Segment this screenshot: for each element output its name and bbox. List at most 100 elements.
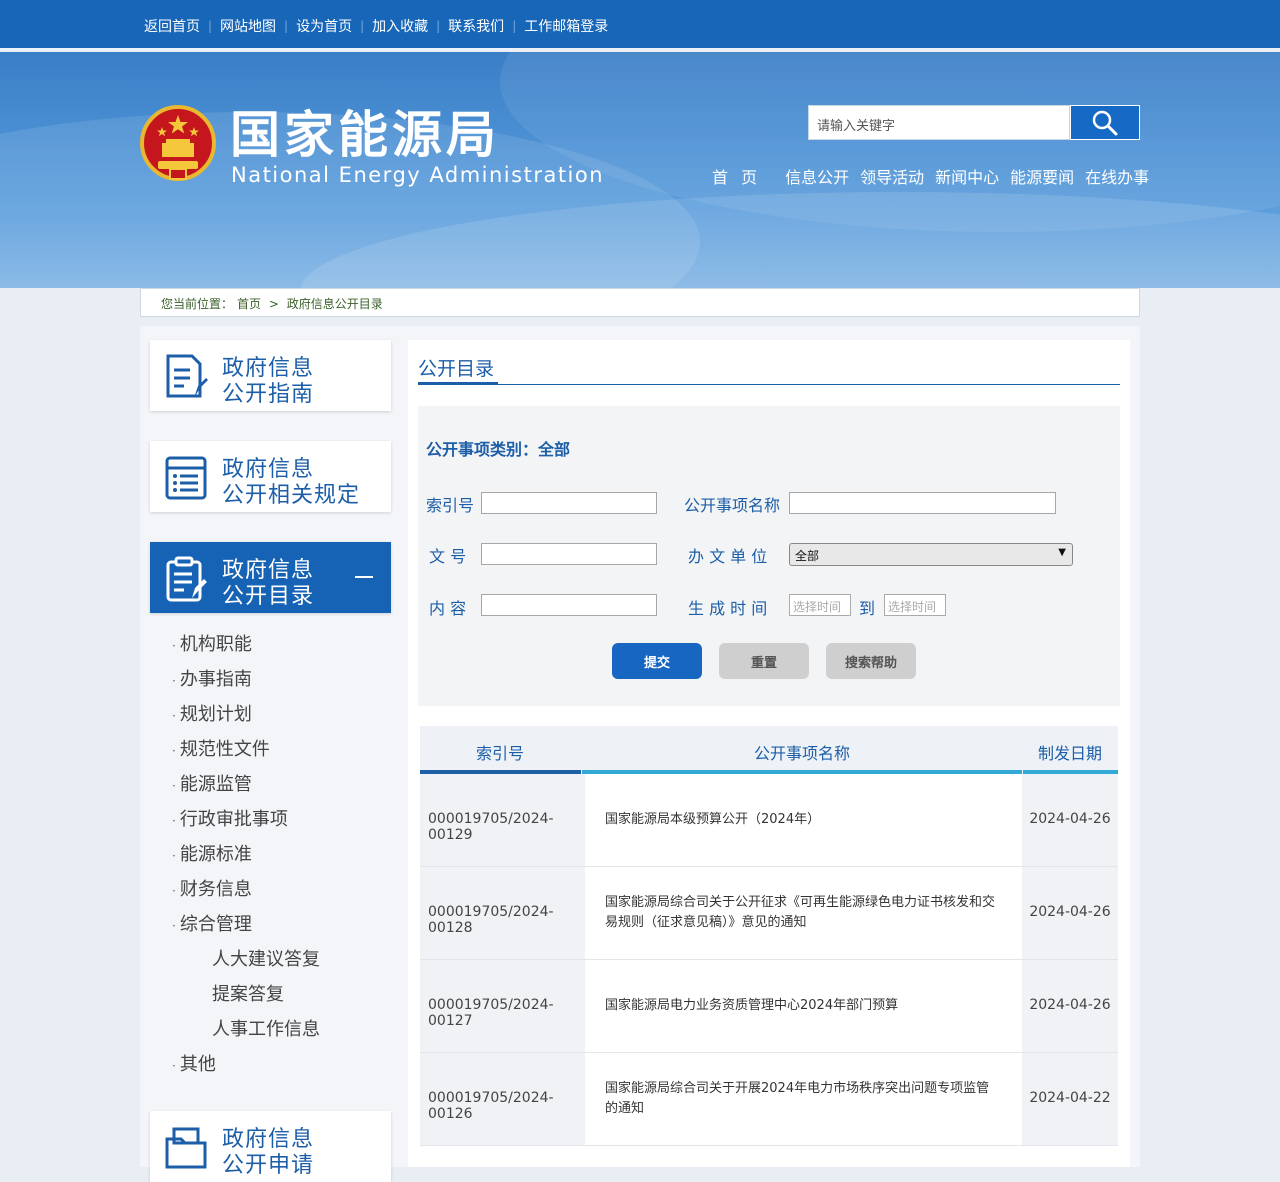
category-item[interactable]: · 财务信息 [172,875,392,910]
search-form: 公开事项类别：全部 索引号 公开事项名称 文 号 办 文 单 位 全部 ▼ 内 … [418,406,1120,706]
category-list: · 机构职能 · 办事指南 · 规划计划 · 规范性文件 · 能源监管 · 行政审批事项 ·… [172,630,392,1085]
cell-name-link[interactable]: 国家能源局综合司关于开展2024年电力市场秩序突出问题专项监管的通知 [585,1053,1022,1145]
chevron-down-icon: ▼ [1058,547,1066,558]
table-row: 000019705/2024-00129 国家能源局本级预算公开（2024年） … [420,774,1118,867]
category-item[interactable]: · 综合管理 [172,910,392,945]
cell-date: 2024-04-26 [1022,867,1118,959]
link-contact[interactable]: 联系我们 [448,16,504,36]
submit-button[interactable]: 提交 [612,643,702,679]
link-email-login[interactable]: 工作邮箱登录 [524,16,608,36]
category-label: 机构职能 [179,634,252,655]
category-label: 规划计划 [179,704,252,725]
content-label: 内 容 [429,599,467,618]
breadcrumb-current[interactable]: 政府信息公开目录 [287,297,383,311]
separator: | [512,19,517,33]
table-row: 000019705/2024-00127 国家能源局电力业务资质管理中心2024… [420,960,1118,1053]
title-underline [418,382,498,385]
nav-news-center[interactable]: 新闻中心 [935,164,999,188]
category-label: 能源标准 [179,844,252,865]
utility-links: 返回首页 | 网站地图 | 设为首页 | 加入收藏 | 联系我们 | 工作邮箱登录 [144,16,608,36]
nav-home[interactable]: 首 页 [712,164,761,188]
category-label: 行政审批事项 [179,809,288,830]
subcategory-item[interactable]: 人大建议答复 [172,945,392,980]
docno-label: 文 号 [429,547,467,566]
search-input[interactable]: 请输入关键字 [808,105,1070,140]
category-item[interactable]: · 机构职能 [172,630,392,665]
category-item[interactable]: · 规范性文件 [172,735,392,770]
breadcrumb-prefix: 您当前位置： [161,297,234,311]
header-date: 制发日期 [1038,744,1103,763]
category-label: 办事指南 [179,669,252,690]
nav-online-service[interactable]: 在线办事 [1085,164,1149,188]
category-item[interactable]: · 行政审批事项 [172,805,392,840]
docno-input[interactable] [481,543,657,565]
search-icon [1092,110,1118,135]
link-add-favorite[interactable]: 加入收藏 [372,16,428,36]
category-item[interactable]: · 规划计划 [172,700,392,735]
category-item[interactable]: · 能源监管 [172,770,392,805]
header-index: 索引号 [476,744,525,763]
link-set-homepage[interactable]: 设为首页 [296,16,352,36]
bullet: · [172,744,176,758]
list-icon [165,456,207,500]
link-sitemap[interactable]: 网站地图 [220,16,276,36]
nav-energy-news[interactable]: 能源要闻 [1010,164,1074,188]
name-label: 公开事项名称 [684,496,781,515]
sidebar-card-catalog[interactable]: 政府信息 公开目录 [150,542,391,613]
table-row: 000019705/2024-00128 国家能源局综合司关于公开征求《可再生能… [420,867,1118,960]
title-divider [418,384,1120,385]
cell-name-link[interactable]: 国家能源局综合司关于公开征求《可再生能源绿色电力证书核发和交易规则（征求意见稿）… [585,867,1022,959]
collapse-icon[interactable] [355,576,373,578]
bullet: · [172,709,176,723]
breadcrumb: 您当前位置： 首页 > 政府信息公开目录 [140,288,1140,317]
cell-index: 000019705/2024-00128 [420,867,585,959]
breadcrumb-home[interactable]: 首页 [237,297,261,311]
subcategory-item[interactable]: 人事工作信息 [172,1015,392,1050]
national-emblem-icon [140,105,216,181]
reset-button[interactable]: 重置 [719,643,809,679]
cell-name-link[interactable]: 国家能源局本级预算公开（2024年） [585,774,1022,866]
link-home[interactable]: 返回首页 [144,16,200,36]
sidebar-card-subtitle: 公开目录 [222,584,315,609]
cell-name-link[interactable]: 国家能源局电力业务资质管理中心2024年部门预算 [585,960,1022,1052]
category-item[interactable]: · 其他 [172,1050,392,1085]
sidebar-card-application[interactable]: 政府信息 公开申请 [150,1111,391,1182]
name-input[interactable] [789,492,1056,514]
category-label: 规范性文件 [179,739,270,760]
sidebar-card-regulations[interactable]: 政府信息 公开相关规定 [150,441,391,512]
category-item[interactable]: · 能源标准 [172,840,392,875]
cell-index: 000019705/2024-00129 [420,774,585,866]
category-label: 综合管理 [179,914,252,935]
date-to-input[interactable]: 选择时间 [884,594,946,616]
breadcrumb-separator: > [268,297,279,311]
page-title: 公开目录 [418,358,495,380]
nav-info-disclosure[interactable]: 信息公开 [785,164,849,188]
date-from-input[interactable]: 选择时间 [789,594,851,616]
bullet: · [172,814,176,828]
cell-index: 000019705/2024-00127 [420,960,585,1052]
cell-date: 2024-04-26 [1022,960,1118,1052]
unit-select-value: 全部 [795,549,820,563]
subcategory-item[interactable]: 提案答复 [172,980,392,1015]
folder-icon [165,1127,207,1169]
nav-leader-activities[interactable]: 领导活动 [860,164,924,188]
table-row: 000019705/2024-00126 国家能源局综合司关于开展2024年电力… [420,1053,1118,1146]
bullet: · [172,919,176,933]
date-label: 生 成 时 间 [688,599,768,618]
bullet: · [172,884,176,898]
index-input[interactable] [481,492,657,514]
top-utility-bar: 返回首页 | 网站地图 | 设为首页 | 加入收藏 | 联系我们 | 工作邮箱登录 [0,0,1280,50]
document-edit-icon [166,354,208,398]
search-help-button[interactable]: 搜索帮助 [826,643,916,679]
content-area: 公开目录 公开事项类别：全部 索引号 公开事项名称 文 号 办 文 单 位 全部… [408,340,1130,1167]
category-item[interactable]: · 办事指南 [172,665,392,700]
date-to-label: 到 [859,599,876,618]
unit-select[interactable]: 全部 ▼ [789,543,1073,566]
sidebar-card-subtitle: 公开申请 [222,1153,315,1178]
main-navigation: 首 页 信息公开 领导活动 新闻中心 能源要闻 在线办事 [712,164,1160,188]
sidebar-card-guide[interactable]: 政府信息 公开指南 [150,340,391,411]
cell-date: 2024-04-22 [1022,1053,1118,1145]
separator: | [360,19,365,33]
content-input[interactable] [481,594,657,616]
search-button[interactable] [1070,105,1140,140]
